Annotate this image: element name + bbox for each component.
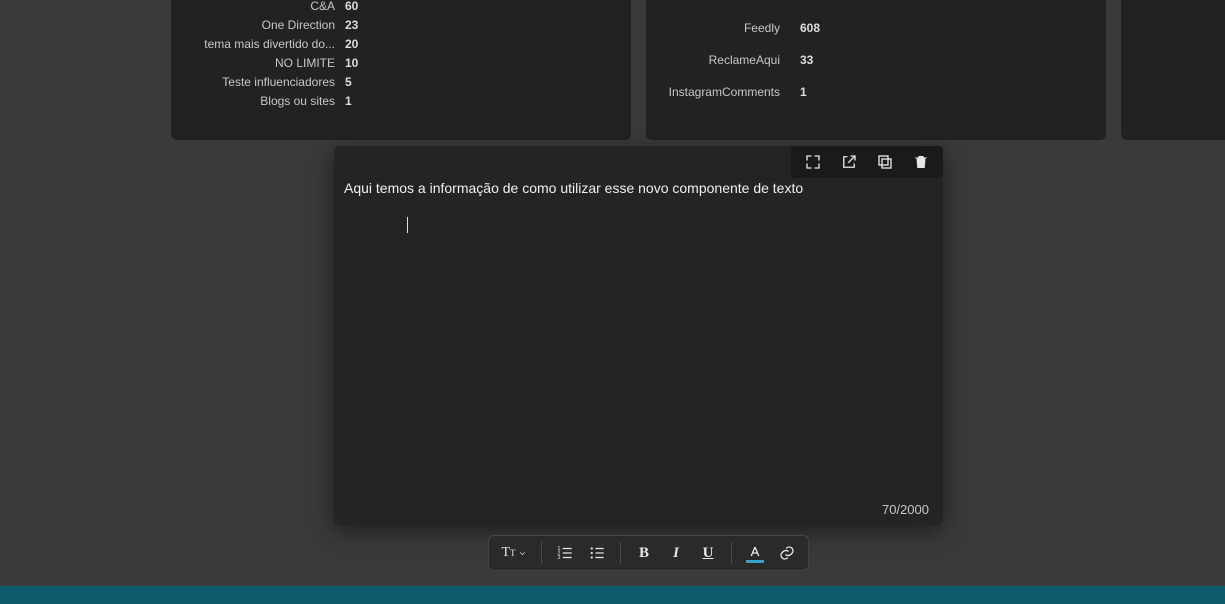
- app-footer: [0, 586, 1225, 604]
- svg-text:3: 3: [558, 555, 561, 561]
- table-row: InstagramComments 1: [660, 82, 1092, 101]
- table-row: Feedly 608: [660, 18, 1092, 37]
- row-value: 5: [345, 75, 365, 89]
- table-row: Blogs ou sites 1: [185, 91, 617, 110]
- row-label: Feedly: [660, 21, 800, 35]
- row-value: 1: [345, 94, 365, 108]
- row-label: NO LIMITE: [185, 56, 345, 70]
- row-label: Blogs ou sites: [185, 94, 345, 108]
- row-value: 60: [345, 0, 365, 13]
- table-row: C&A 60: [185, 0, 617, 15]
- separator: [731, 542, 732, 564]
- char-count: 70/2000: [882, 502, 929, 517]
- editor-text[interactable]: Aqui temos a informação de como utilizar…: [344, 179, 933, 199]
- stats-card-extra: [1121, 0, 1225, 140]
- stats-card-sources: Feedly 608 ReclameAqui 33 InstagramComme…: [646, 0, 1106, 140]
- row-label: C&A: [185, 0, 345, 13]
- bullet-list-button[interactable]: [584, 540, 610, 566]
- table-row: tema mais divertido do... 20: [185, 34, 617, 53]
- text-size-button[interactable]: TT: [497, 540, 531, 566]
- open-new-icon[interactable]: [839, 152, 859, 172]
- row-value: 23: [345, 18, 365, 32]
- editor-body[interactable]: Aqui temos a informação de como utilizar…: [344, 179, 933, 495]
- font-color-button[interactable]: [742, 540, 768, 566]
- table-row: ReclameAqui 33: [660, 50, 1092, 69]
- table-row: One Direction 23: [185, 15, 617, 34]
- row-label: Teste influenciadores: [185, 75, 345, 89]
- format-toolbar: TT 123 B I U: [488, 535, 809, 571]
- trash-icon[interactable]: [911, 152, 931, 172]
- separator: [620, 542, 621, 564]
- row-value: 608: [800, 21, 820, 35]
- numbered-list-button[interactable]: 123: [552, 540, 578, 566]
- row-value: 20: [345, 37, 365, 51]
- stats-card-themes: C&A 60 One Direction 23 tema mais divert…: [171, 0, 631, 140]
- duplicate-icon[interactable]: [875, 152, 895, 172]
- text-editor[interactable]: Aqui temos a informação de como utilizar…: [334, 146, 943, 525]
- row-label: InstagramComments: [660, 85, 800, 99]
- bold-button[interactable]: B: [631, 540, 657, 566]
- row-label: tema mais divertido do...: [185, 37, 345, 51]
- row-value: 33: [800, 53, 820, 67]
- expand-icon[interactable]: [803, 152, 823, 172]
- separator: [541, 542, 542, 564]
- row-label: One Direction: [185, 18, 345, 32]
- row-value: 10: [345, 56, 365, 70]
- row-label: ReclameAqui: [660, 53, 800, 67]
- underline-button[interactable]: U: [695, 540, 721, 566]
- table-row: NO LIMITE 10: [185, 53, 617, 72]
- table-row: Teste influenciadores 5: [185, 72, 617, 91]
- link-button[interactable]: [774, 540, 800, 566]
- editor-window-controls: [791, 146, 943, 178]
- row-value: 1: [800, 85, 820, 99]
- italic-button[interactable]: I: [663, 540, 689, 566]
